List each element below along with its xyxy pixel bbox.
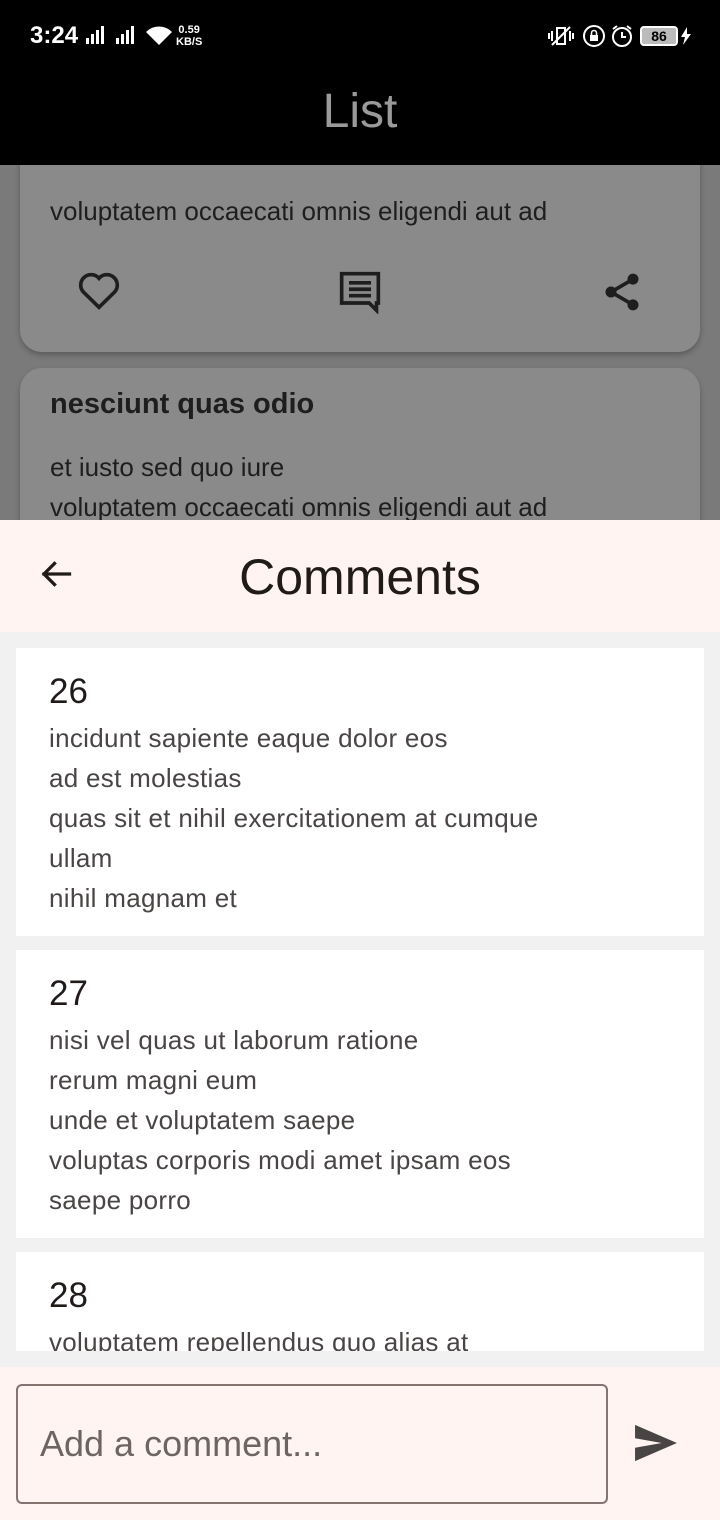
post-title: nesciunt quas odio (50, 388, 315, 420)
alarm-icon (610, 24, 634, 53)
network-speed-value: 0.59 (178, 24, 200, 36)
heart-icon (77, 270, 121, 315)
back-button[interactable] (32, 556, 80, 596)
send-button[interactable] (628, 1417, 684, 1473)
status-time: 3:24 (30, 22, 79, 49)
signal-icon (116, 26, 134, 44)
post-list-background: voluptatem occaecati omnis eligendi aut … (0, 165, 720, 520)
status-bar: 3:24 0.59 KB/S 86 (0, 0, 720, 74)
signal-icon (86, 26, 104, 44)
comment-body: nisi vel quas ut laborum ratione rerum m… (49, 1025, 511, 1215)
comments-sheet: Comments 26 incidunt sapiente eaque dolo… (0, 520, 720, 1520)
comment-composer (0, 1367, 720, 1520)
network-speed-unit: KB/S (176, 36, 203, 48)
comment-card: 26 incidunt sapiente eaque dolor eos ad … (16, 648, 704, 936)
comment-card: 27 nisi vel quas ut laborum ratione reru… (16, 950, 704, 1238)
vibrate-icon (546, 24, 576, 53)
comment-id: 27 (49, 974, 88, 1013)
comments-header: Comments (0, 520, 720, 632)
rotation-lock-icon (582, 24, 606, 53)
comment-body: voluptatem repellendus quo alias at (49, 1327, 469, 1351)
post-card: voluptatem occaecati omnis eligendi aut … (20, 165, 700, 352)
app-bar: List (0, 74, 720, 165)
comment-body: incidunt sapiente eaque dolor eos ad est… (49, 723, 539, 913)
comments-list[interactable]: 26 incidunt sapiente eaque dolor eos ad … (0, 632, 720, 1351)
send-icon (633, 1423, 679, 1468)
network-speed: 0.59 KB/S (176, 24, 202, 48)
post-body: voluptatem occaecati omnis eligendi aut … (50, 196, 548, 226)
wifi-icon (145, 25, 173, 52)
comment-input[interactable] (16, 1384, 608, 1504)
comment-icon (338, 270, 382, 319)
post-body: et iusto sed quo iure (50, 452, 285, 482)
arrow-back-icon (38, 556, 74, 597)
comment-card: 28 voluptatem repellendus quo alias at (16, 1252, 704, 1351)
battery-icon: 86 (640, 26, 678, 46)
app-title: List (322, 85, 398, 138)
comment-id: 26 (49, 672, 88, 711)
post-body: voluptatem occaecati omnis eligendi aut … (50, 492, 548, 520)
charging-icon (681, 27, 691, 50)
comment-id: 28 (49, 1276, 88, 1315)
comments-title: Comments (239, 549, 481, 605)
share-icon (600, 270, 644, 319)
post-card: nesciunt quas odio et iusto sed quo iure… (20, 368, 700, 520)
